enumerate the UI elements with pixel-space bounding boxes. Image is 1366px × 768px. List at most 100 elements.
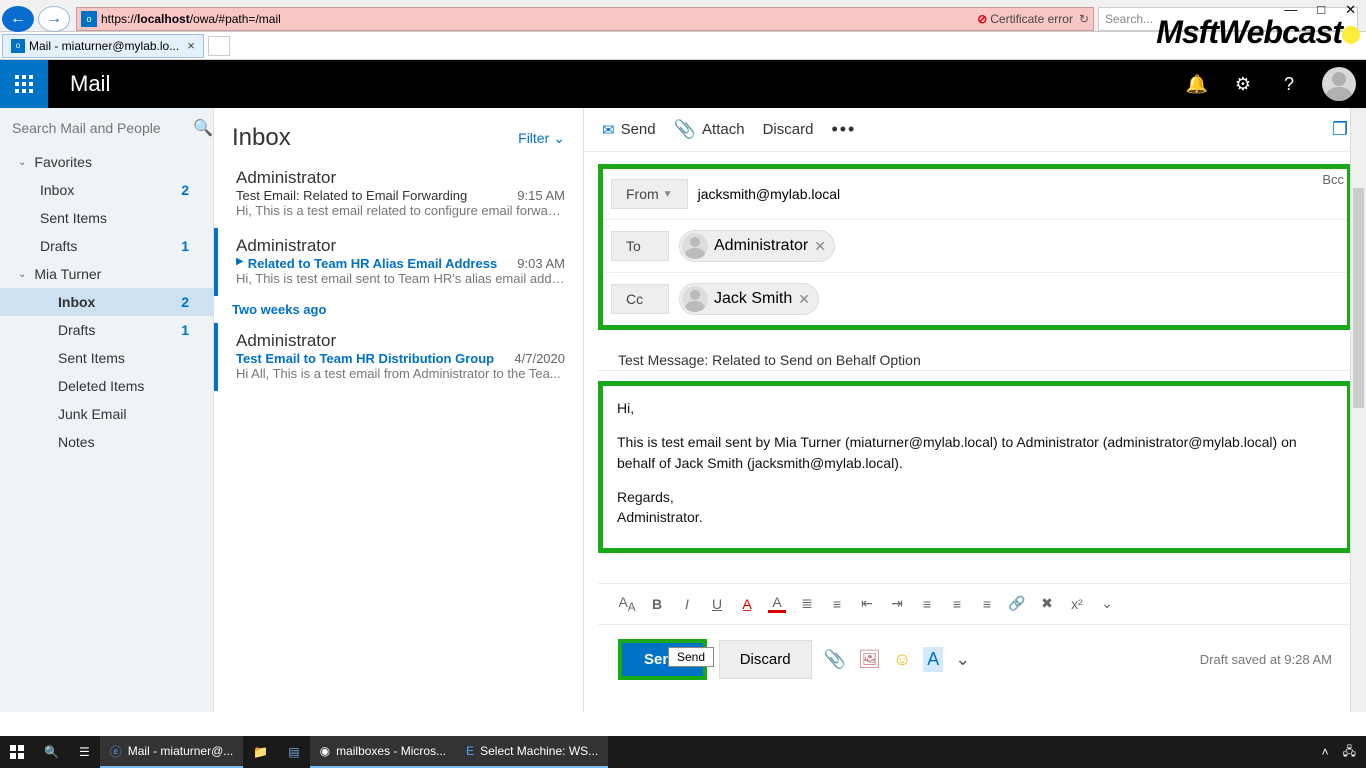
address-bar[interactable]: o https://localhost/owa/#path=/mail ⊘Cer… <box>76 7 1094 31</box>
folder-icon: 📁 <box>253 745 268 759</box>
cc-recipient-chip[interactable]: Jack Smith✕ <box>679 283 819 315</box>
more-format-button[interactable]: ⌄ <box>1098 595 1116 612</box>
insert-image-icon[interactable]: 🖼 <box>858 649 881 670</box>
search-input[interactable] <box>12 120 193 136</box>
discard-action[interactable]: Discard <box>763 121 814 138</box>
clear-format-button[interactable]: ✖ <box>1038 595 1056 612</box>
outlook-icon: o <box>11 39 25 53</box>
forward-button[interactable]: → <box>38 6 70 32</box>
text-format-icon[interactable]: A <box>923 647 943 672</box>
align-right-button[interactable]: ≡ <box>978 596 996 612</box>
message-body[interactable]: Hi, This is test email sent by Mia Turne… <box>598 381 1352 553</box>
sidebar-item-sent-acct[interactable]: Sent Items <box>0 344 213 372</box>
sidebar-item-inbox[interactable]: Inbox2 <box>0 176 213 204</box>
more-icon[interactable]: ⌄ <box>955 649 970 670</box>
discard-button[interactable]: Discard <box>719 640 812 679</box>
tab-strip: o Mail - miaturner@mylab.lo... × <box>0 32 1366 60</box>
superscript-button[interactable]: x² <box>1068 596 1086 612</box>
server-icon: ▤ <box>288 745 299 759</box>
refresh-button[interactable]: ↻ <box>1079 12 1089 26</box>
chrome-icon: ◉ <box>320 744 330 758</box>
font-size-button[interactable]: AA <box>618 594 636 614</box>
font-color-button[interactable]: A <box>768 594 786 613</box>
sidebar-item-notes[interactable]: Notes <box>0 428 213 456</box>
search-taskbar[interactable]: 🔍 <box>34 736 69 768</box>
close-window-button[interactable]: ✕ <box>1345 2 1356 18</box>
tab-mail[interactable]: o Mail - miaturner@mylab.lo... × <box>2 34 204 58</box>
browser-toolbar: ← → o https://localhost/owa/#path=/mail … <box>0 0 1366 32</box>
align-center-button[interactable]: ≡ <box>948 596 966 612</box>
numbered-button[interactable]: ≡ <box>828 596 846 612</box>
cc-button[interactable]: Cc <box>611 284 669 314</box>
cert-error-icon: ⊘ <box>977 12 987 26</box>
tray-up-icon[interactable]: ˄ <box>1322 745 1329 759</box>
sidebar-item-junk[interactable]: Junk Email <box>0 400 213 428</box>
filter-button[interactable]: Filter⌄ <box>518 130 565 147</box>
outdent-button[interactable]: ⇤ <box>858 595 876 612</box>
bullets-button[interactable]: ≣ <box>798 595 816 612</box>
remove-recipient-icon[interactable]: ✕ <box>814 238 826 255</box>
maximize-button[interactable]: □ <box>1317 2 1325 18</box>
attachment-icon[interactable]: 📎 <box>824 649 846 670</box>
sidebar-item-deleted[interactable]: Deleted Items <box>0 372 213 400</box>
attach-action[interactable]: 📎Attach <box>674 119 745 140</box>
waffle-icon <box>15 75 33 93</box>
taskbar-ie[interactable]: ⓔMail - miaturner@... <box>100 736 244 768</box>
chevron-down-icon: ⌄ <box>18 157 26 168</box>
highlight-button[interactable]: A̲ <box>738 596 756 612</box>
link-button[interactable]: 🔗 <box>1008 595 1026 612</box>
align-left-button[interactable]: ≡ <box>918 596 936 612</box>
taskbar-server[interactable]: ▤ <box>278 736 309 768</box>
start-button[interactable] <box>0 736 34 768</box>
notifications-button[interactable]: 🔔 <box>1174 60 1220 108</box>
help-button[interactable]: ? <box>1266 60 1312 108</box>
remove-recipient-icon[interactable]: ✕ <box>798 291 810 308</box>
url-prefix: https:// <box>101 12 137 26</box>
message-item[interactable]: Administrator Test Email: Related to Ema… <box>214 160 583 228</box>
bold-button[interactable]: B <box>648 596 666 612</box>
chevron-down-icon: ⌄ <box>18 269 26 280</box>
minimize-button[interactable]: — <box>1284 2 1297 18</box>
to-recipient-chip[interactable]: Administrator✕ <box>679 230 835 262</box>
app-title: Mail <box>70 71 110 97</box>
app-launcher-button[interactable] <box>0 60 48 108</box>
compose-pane: ✉Send 📎Attach Discard ••• ❐ Bcc From▼ ja… <box>584 108 1366 712</box>
settings-button[interactable]: ⚙ <box>1220 60 1266 108</box>
sidebar-item-drafts[interactable]: Drafts1 <box>0 232 213 260</box>
chevron-down-icon: ▼ <box>663 189 673 200</box>
url-host: localhost <box>137 12 190 26</box>
from-button[interactable]: From▼ <box>611 179 688 209</box>
send-action[interactable]: ✉Send <box>602 121 656 139</box>
paperclip-icon: 📎 <box>674 119 696 140</box>
back-button[interactable]: ← <box>2 6 34 32</box>
bcc-link[interactable]: Bcc <box>1322 172 1344 187</box>
more-actions[interactable]: ••• <box>831 119 856 140</box>
subject-field[interactable]: Test Message: Related to Send on Behalf … <box>598 338 1352 371</box>
taskbar-explorer[interactable]: 📁 <box>243 736 278 768</box>
italic-button[interactable]: I <box>678 596 696 612</box>
message-item[interactable]: Administrator Test Email to Team HR Dist… <box>214 323 583 391</box>
user-avatar[interactable] <box>1322 67 1356 101</box>
message-item-selected[interactable]: Administrator ▶Related to Team HR Alias … <box>214 228 583 296</box>
emoji-icon[interactable]: ☺ <box>893 649 911 670</box>
network-icon[interactable]: 🖧 <box>1343 742 1356 763</box>
task-view-button[interactable]: ☰ <box>69 736 100 768</box>
scrollbar[interactable] <box>1350 108 1366 712</box>
taskbar-chrome[interactable]: ◉mailboxes - Micros... <box>310 736 457 768</box>
sidebar-item-sent[interactable]: Sent Items <box>0 204 213 232</box>
search-icon[interactable]: 🔍 <box>193 118 213 138</box>
certificate-error[interactable]: ⊘Certificate error <box>977 12 1073 26</box>
indent-button[interactable]: ⇥ <box>888 595 906 612</box>
favorites-section[interactable]: ⌄Favorites <box>0 148 213 176</box>
folder-title: Inbox <box>232 124 291 152</box>
close-tab-icon[interactable]: × <box>187 38 195 53</box>
popout-button[interactable]: ❐ <box>1332 119 1348 140</box>
account-section[interactable]: ⌄Mia Turner <box>0 260 213 288</box>
taskbar-exchange[interactable]: ESelect Machine: WS... <box>456 736 608 768</box>
sidebar-item-inbox-acct[interactable]: Inbox2 <box>0 288 213 316</box>
sidebar-item-drafts-acct[interactable]: Drafts1 <box>0 316 213 344</box>
message-list: Inbox Filter⌄ Administrator Test Email: … <box>214 108 584 712</box>
new-tab-button[interactable] <box>208 36 230 56</box>
underline-button[interactable]: U <box>708 596 726 612</box>
to-button[interactable]: To <box>611 231 669 261</box>
